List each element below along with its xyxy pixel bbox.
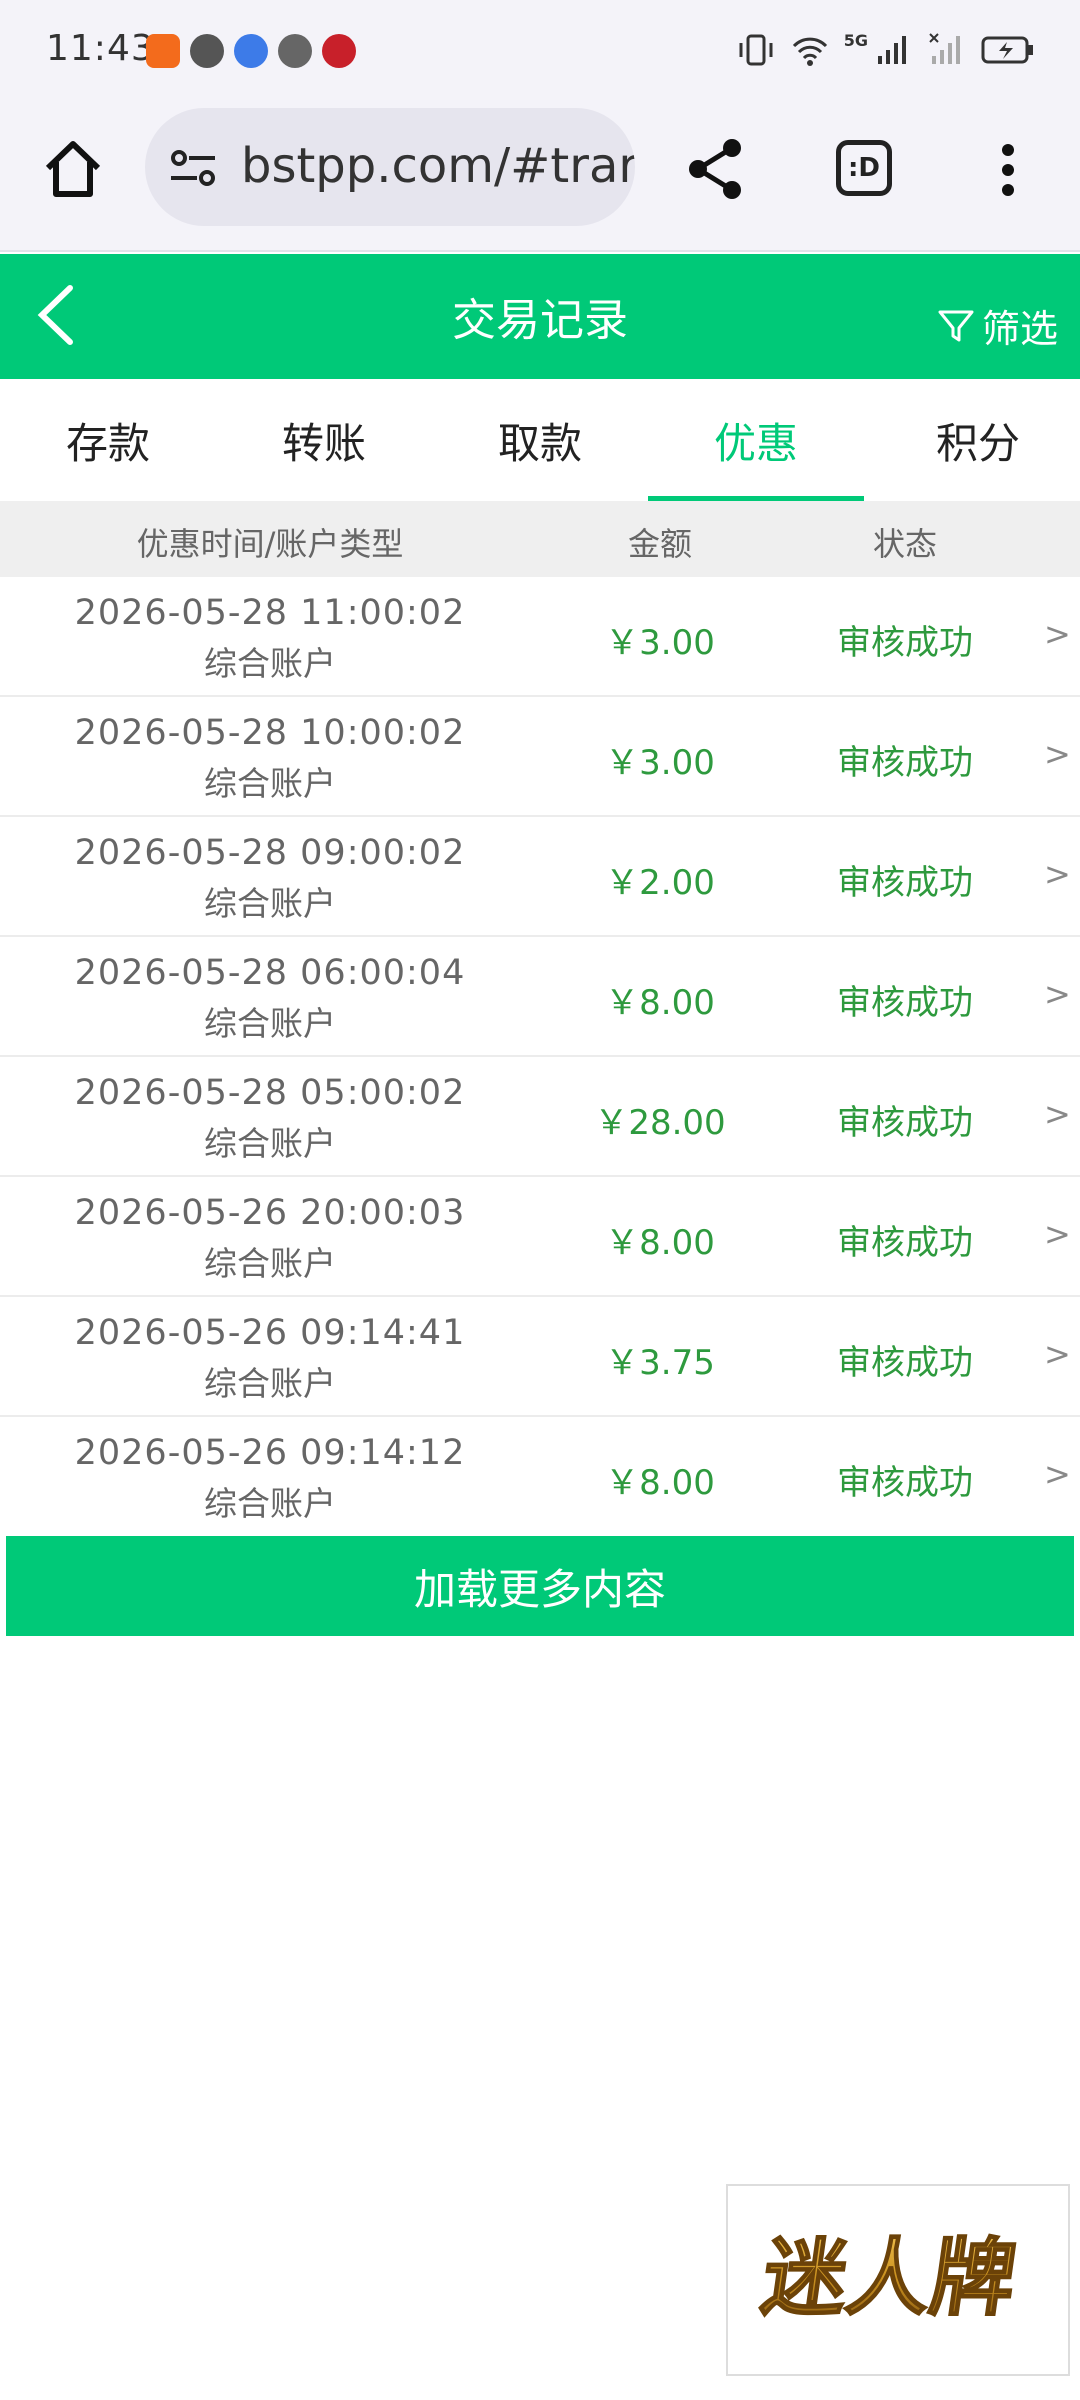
url-text[interactable]: bstpp.com/#trar (241, 138, 635, 194)
row-datetime: 2026-05-28 11:00:02 (74, 593, 466, 633)
tab-promotion[interactable]: 优惠 (648, 379, 864, 501)
row-account-type: 综合账户 (204, 1364, 336, 1403)
row-amount: ￥3.75 (605, 1343, 715, 1383)
signal-2-icon (929, 33, 960, 64)
chevron-right-icon[interactable]: > (1044, 1455, 1071, 1493)
row-datetime: 2026-05-26 09:14:12 (74, 1433, 466, 1473)
row-datetime: 2026-05-26 09:14:41 (74, 1313, 466, 1353)
app-header: 交易记录 筛选 (0, 254, 1080, 379)
row-datetime: 2026-05-28 10:00:02 (74, 713, 466, 753)
chevron-right-icon[interactable]: > (1044, 855, 1071, 893)
wifi-icon (792, 37, 827, 66)
bank-icon (322, 34, 356, 68)
column-header-amount: 金额 (627, 525, 692, 563)
row-amount: ￥8.00 (605, 1463, 715, 1503)
row-amount: ￥8.00 (605, 983, 715, 1023)
row-status: 审核成功 (837, 623, 973, 663)
row-datetime: 2026-05-28 05:00:02 (74, 1073, 466, 1113)
status-time: 11:43 (46, 28, 155, 69)
ad-logo: 迷人牌 (755, 2228, 1023, 2328)
row-amount: ￥3.00 (605, 623, 715, 663)
table-row[interactable]: 2026-05-28 05:00:02 综合账户 ￥28.00 审核成功 > (0, 1057, 1080, 1177)
network-type-label: 5G (843, 30, 868, 50)
table-row[interactable]: 2026-05-26 20:00:03 综合账户 ￥8.00 审核成功 > (0, 1177, 1080, 1297)
tab-deposit[interactable]: 存款 (0, 379, 216, 501)
row-account-type: 综合账户 (204, 1484, 336, 1523)
row-status: 审核成功 (837, 1103, 973, 1143)
tab-transfer[interactable]: 转账 (216, 379, 432, 501)
filter-label: 筛选 (981, 307, 1058, 351)
page-title: 交易记录 (452, 295, 628, 346)
table-row[interactable]: 2026-05-28 11:00:02 综合账户 ￥3.00 审核成功 > (0, 577, 1080, 697)
table-header: 优惠时间/账户类型 金额 状态 (0, 501, 1080, 577)
taobao-icon (146, 34, 180, 68)
tab-withdraw[interactable]: 取款 (432, 379, 648, 501)
chevron-right-icon[interactable]: > (1044, 735, 1071, 773)
system-icons: 5G (736, 30, 1036, 70)
table-row[interactable]: 2026-05-28 10:00:02 综合账户 ￥3.00 审核成功 > (0, 697, 1080, 817)
row-amount: ￥8.00 (605, 1223, 715, 1263)
row-datetime: 2026-05-26 20:00:03 (74, 1193, 466, 1233)
site-settings-icon[interactable] (167, 148, 219, 188)
row-account-type: 综合账户 (204, 1124, 336, 1163)
row-account-type: 综合账户 (204, 884, 336, 923)
row-amount: ￥3.00 (605, 743, 715, 783)
row-status: 审核成功 (837, 1463, 973, 1503)
wechat-icon (278, 34, 312, 68)
column-header-time: 优惠时间/账户类型 (136, 525, 404, 563)
row-account-type: 综合账户 (204, 1244, 336, 1283)
chevron-right-icon[interactable]: > (1044, 615, 1071, 653)
row-datetime: 2026-05-28 06:00:04 (74, 953, 466, 993)
row-datetime: 2026-05-28 09:00:02 (74, 833, 466, 873)
ad-logo-text: 迷人牌 (756, 2229, 1022, 2327)
tab-bar: 存款 转账 取款 优惠 积分 (0, 379, 1080, 501)
row-status: 审核成功 (837, 1343, 973, 1383)
browser-app-icon (234, 34, 268, 68)
row-account-type: 综合账户 (204, 644, 336, 683)
tab-points[interactable]: 积分 (870, 379, 1080, 501)
table-row[interactable]: 2026-05-28 06:00:04 综合账户 ￥8.00 审核成功 > (0, 937, 1080, 1057)
chevron-right-icon[interactable]: > (1044, 975, 1071, 1013)
message-icon (190, 34, 224, 68)
row-account-type: 综合账户 (204, 1004, 336, 1043)
row-amount: ￥28.00 (594, 1103, 726, 1143)
floating-ad-banner[interactable]: 迷人牌 (726, 2184, 1070, 2376)
battery-icon (981, 36, 1033, 64)
filter-icon (938, 310, 974, 341)
browser-toolbar: bstpp.com/#trar :D (0, 100, 1080, 252)
notification-icons (146, 34, 356, 68)
row-account-type: 综合账户 (204, 764, 336, 803)
vibrate-icon (739, 34, 773, 66)
chevron-right-icon[interactable]: > (1044, 1215, 1071, 1253)
row-status: 审核成功 (837, 743, 973, 783)
chevron-right-icon[interactable]: > (1044, 1335, 1071, 1373)
tab-switcher-button[interactable]: :D (836, 140, 892, 196)
signal-icon (878, 36, 906, 64)
transaction-list: 2026-05-28 11:00:02 综合账户 ￥3.00 审核成功 > 20… (0, 577, 1080, 1537)
status-bar: 11:43 5G (0, 0, 1080, 100)
share-icon[interactable] (680, 134, 750, 204)
home-icon[interactable] (38, 134, 108, 204)
column-header-status: 状态 (872, 525, 937, 563)
chevron-right-icon[interactable]: > (1044, 1095, 1071, 1133)
row-status: 审核成功 (837, 983, 973, 1023)
row-status: 审核成功 (837, 1223, 973, 1263)
load-more-button[interactable]: 加载更多内容 (6, 1536, 1074, 1636)
table-row[interactable]: 2026-05-26 09:14:41 综合账户 ￥3.75 审核成功 > (0, 1297, 1080, 1417)
filter-button[interactable]: 筛选 (936, 298, 1058, 353)
row-amount: ￥2.00 (605, 863, 715, 903)
table-row[interactable]: 2026-05-28 09:00:02 综合账户 ￥2.00 审核成功 > (0, 817, 1080, 937)
row-status: 审核成功 (837, 863, 973, 903)
address-bar[interactable]: bstpp.com/#trar (145, 108, 635, 226)
table-row[interactable]: 2026-05-26 09:14:12 综合账户 ￥8.00 审核成功 > (0, 1417, 1080, 1537)
more-vert-icon[interactable] (990, 140, 1026, 200)
